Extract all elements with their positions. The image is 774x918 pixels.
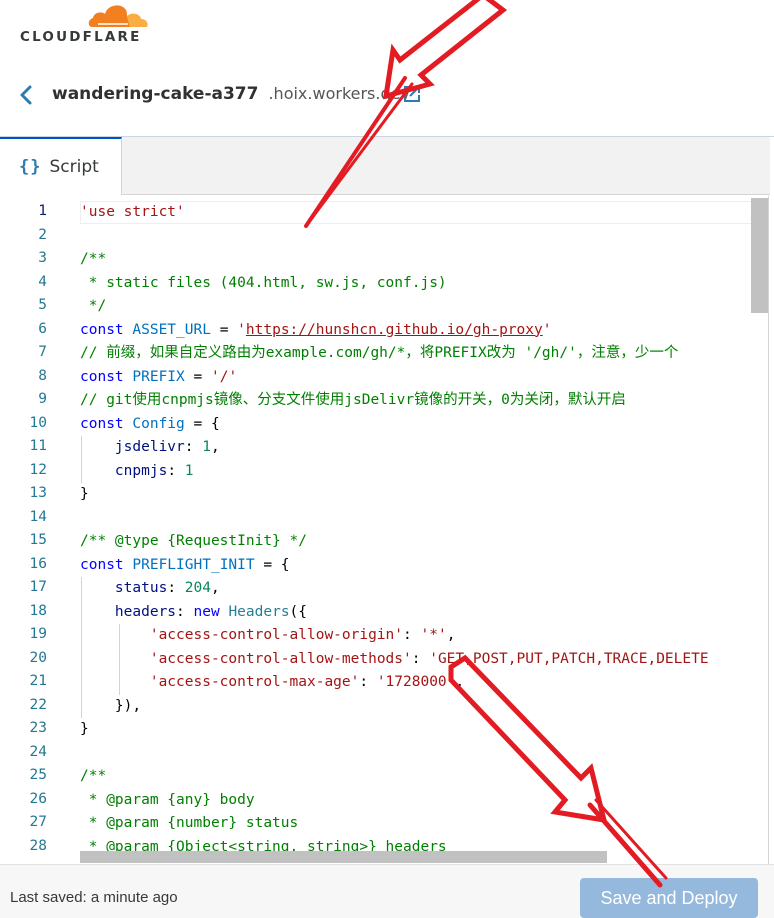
code-line[interactable]: * static files (404.html, sw.js, conf.js… [80,272,447,296]
code-line[interactable]: }), [80,695,141,719]
code-line[interactable]: cnpmjs: 1 [80,460,194,484]
line-number: 11 [29,438,47,454]
code-line[interactable]: const ASSET_URL = 'https://hunshcn.githu… [80,319,551,343]
line-number: 12 [29,461,47,478]
line-number: 7 [38,344,47,360]
code-line[interactable]: /** [80,248,106,272]
cloud-logo-icon [88,5,148,27]
code-line[interactable]: 'use strict' [80,201,185,225]
line-number: 25 [29,767,47,783]
horizontal-scrollbar[interactable] [80,851,607,863]
line-number: 8 [38,367,47,384]
indent-guide [119,624,120,695]
worker-name: wandering-cake-a377 [52,84,259,104]
tab-script[interactable]: {} Script [0,137,122,195]
tab-bar: {} Script [0,137,770,195]
line-number: 26 [29,790,47,807]
line-number: 1 [38,203,47,219]
code-line[interactable]: * @param {number} status [80,812,299,836]
code-line[interactable]: jsdelivr: 1, [80,436,220,460]
code-line[interactable]: } [80,483,89,507]
line-number: 22 [29,696,47,713]
line-number: 16 [29,555,47,572]
line-number: 28 [29,837,47,854]
code-line[interactable]: /** @type {RequestInit} */ [80,530,307,554]
tab-script-label: Script [49,157,99,177]
code-line[interactable]: const PREFIX = '/' [80,366,237,390]
code-line[interactable]: */ [80,295,106,319]
line-number: 23 [29,720,47,736]
line-number: 18 [29,602,47,619]
chevron-left-icon[interactable] [14,82,40,108]
worker-title: wandering-cake-a377 .hoix.workers.dev [52,84,410,104]
line-number: 27 [29,814,47,830]
line-number: 21 [29,673,47,689]
editor-footer: Last saved: a minute ago Save and Deploy [0,864,774,918]
vertical-scrollbar[interactable] [751,198,768,313]
code-line[interactable]: 'access-control-allow-methods': 'GET,POS… [80,648,709,672]
indent-guide [81,577,82,718]
code-lines[interactable]: 'use strict' /** * static files (404.html… [80,196,768,864]
line-number: 13 [29,485,47,501]
code-line[interactable]: // 前缀，如果自定义路由为example.com/gh/*，将PREFIX改为… [80,342,678,366]
line-number: 4 [38,273,47,290]
indent-guide [81,436,82,483]
code-line[interactable]: headers: new Headers({ [80,601,307,625]
code-line[interactable]: const Config = { [80,413,220,437]
line-number: 9 [38,391,47,407]
line-number: 14 [29,508,47,525]
code-line[interactable]: 'access-control-max-age': '1728000', [80,671,464,695]
brand-name: CLOUDFLARE [20,29,142,45]
cloudflare-logo: CLOUDFLARE [18,0,158,50]
line-number: 6 [38,320,47,337]
line-number: 17 [29,579,47,595]
panel-right-border [768,196,769,918]
editor-panel: {} Script 1 2 3 4 5 6 7 8 9 10 11 12 13 14 15 16 17 18 19 2… [0,136,774,918]
line-number-gutter: 1 2 3 4 5 6 7 8 9 10 11 12 13 14 15 16 17 18 19 20 21 22 23 24 2… [0,196,70,864]
code-braces-icon: {} [19,157,42,177]
line-number: 3 [38,250,47,266]
line-number: 15 [29,532,47,548]
last-saved-status: Last saved: a minute ago [10,889,178,906]
code-line[interactable]: /** [80,765,106,789]
save-and-deploy-button[interactable]: Save and Deploy [580,878,758,918]
line-number: 24 [29,743,47,760]
external-link-icon[interactable] [402,84,422,104]
line-number: 19 [29,626,47,642]
line-number: 10 [29,414,47,431]
line-number: 20 [29,649,47,666]
code-line[interactable]: const PREFLIGHT_INIT = { [80,554,290,578]
code-line[interactable]: * @param {any} body [80,789,255,813]
code-line[interactable]: } [80,718,89,742]
code-line[interactable]: status: 204, [80,577,220,601]
line-number: 5 [38,297,47,313]
code-line[interactable]: 'access-control-allow-origin': '*', [80,624,456,648]
worker-domain[interactable]: .hoix.workers.dev [268,84,409,103]
code-line[interactable]: // git使用cnpmjs镜像、分支文件使用jsDelivr镜像的开关，0为关… [80,389,626,413]
line-number: 2 [38,226,47,243]
code-editor[interactable]: 1 2 3 4 5 6 7 8 9 10 11 12 13 14 15 16 17 18 19 20 21 22 23 24 2… [0,196,768,864]
